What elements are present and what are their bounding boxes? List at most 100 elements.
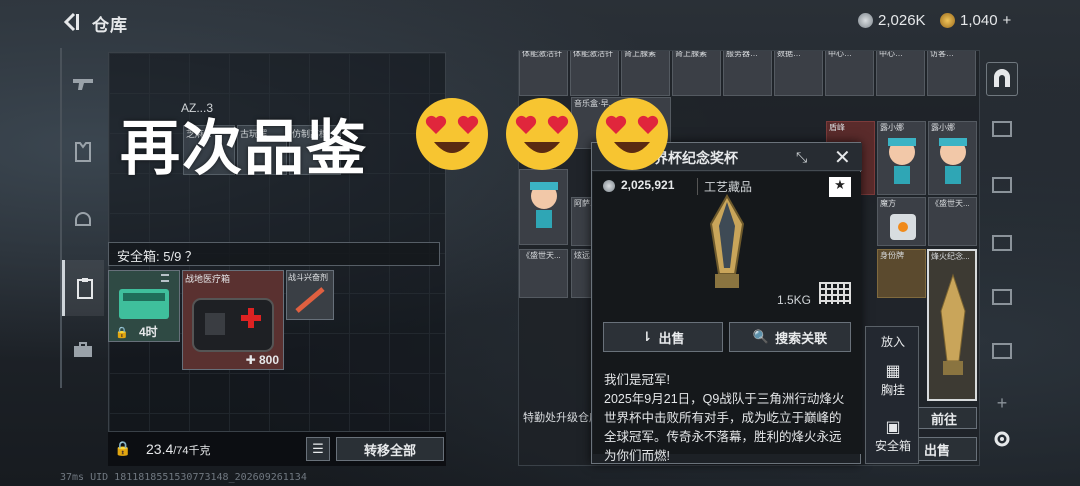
price-coin-icon bbox=[603, 180, 615, 192]
grid-item[interactable]: 中心… bbox=[825, 50, 874, 96]
back-arrow-icon[interactable] bbox=[60, 11, 82, 33]
item-label: 身份牌 bbox=[880, 251, 904, 260]
favorite-star-icon[interactable]: ★ bbox=[829, 177, 851, 197]
list-view-button[interactable]: ☰ bbox=[306, 437, 330, 461]
grid-item[interactable]: 魔方 bbox=[877, 197, 926, 246]
trophy-grid-item[interactable]: 烽火纪念... bbox=[927, 249, 977, 401]
grid-item[interactable]: 露小娜 bbox=[877, 121, 926, 195]
medkit-item[interactable]: 战地医疗箱 ✚ 800 bbox=[182, 270, 284, 370]
nav-slot-4[interactable] bbox=[986, 168, 1018, 202]
item-label: 肾上腺素 bbox=[675, 50, 707, 58]
item-label: 魔方 bbox=[880, 199, 896, 208]
item-price: 2,025,921 bbox=[621, 178, 675, 192]
item-label: 肾上腺素 bbox=[624, 50, 656, 58]
helmet-icon bbox=[75, 212, 91, 226]
weight-lock-icon: 🔒 bbox=[114, 440, 132, 456]
currency-coins: 2,026K bbox=[858, 12, 926, 29]
clipboard-icon bbox=[76, 278, 93, 299]
put-chest-rig-button[interactable]: ▦ 胸挂 bbox=[866, 361, 920, 405]
nav-slot-7[interactable] bbox=[986, 334, 1018, 368]
minimize-icon[interactable]: ⤡ bbox=[796, 149, 807, 166]
grid-item[interactable]: 访客… bbox=[927, 51, 976, 96]
gun-icon bbox=[73, 79, 93, 90]
heart-eyes-emoji-icon bbox=[596, 98, 668, 170]
put-into-header: 放入 bbox=[880, 335, 905, 349]
nav-slot-5[interactable] bbox=[986, 226, 1018, 260]
currency-premium[interactable]: 1,040 + bbox=[940, 12, 1011, 29]
slot-icon bbox=[992, 289, 1012, 305]
grid-item[interactable]: 身份牌 bbox=[877, 249, 926, 298]
desc-line-1: 我们是冠军! bbox=[604, 373, 670, 387]
toolbox-icon bbox=[74, 342, 92, 357]
item-label: 中心… bbox=[879, 50, 903, 58]
put-into-panel: 放入 ▦ 胸挂 ▣ 安全箱 bbox=[865, 326, 919, 464]
item-label: 中心… bbox=[828, 50, 852, 58]
slot-icon bbox=[992, 235, 1012, 251]
item-detail-popup: 世界杯纪念奖杯 ⤡ ✕ 2,025,921 工艺藏品 ★ 1.5KG ⇂ 出售 🔍… bbox=[591, 142, 862, 464]
safe-box-case[interactable]: 4时 🔒 bbox=[108, 270, 180, 342]
grid-item[interactable]: 体能激活针 bbox=[570, 50, 619, 96]
item-label: 战地医疗箱 bbox=[185, 274, 231, 284]
weight-current: 23.4 bbox=[146, 441, 174, 457]
heart-eyes-emoji-icon bbox=[506, 98, 578, 170]
nav-armor[interactable] bbox=[62, 132, 104, 172]
item-weight: 1.5KG bbox=[777, 293, 812, 307]
grid-item[interactable]: 数据… bbox=[774, 51, 823, 96]
search-related-button[interactable]: 🔍 搜索关联 bbox=[729, 322, 851, 352]
nav-helmet[interactable] bbox=[62, 198, 104, 238]
lock-icon: 🔒 bbox=[115, 327, 129, 339]
grid-item[interactable]: 肾上腺素 bbox=[621, 50, 670, 96]
doll-figure-icon bbox=[939, 138, 967, 184]
chest-rig-icon: ▦ bbox=[885, 363, 901, 380]
medkit-value-number: 800 bbox=[258, 353, 279, 367]
item-label: 露小娜 bbox=[931, 123, 955, 132]
add-slot-button[interactable]: + bbox=[986, 386, 1018, 420]
nav-all-items[interactable] bbox=[986, 62, 1018, 96]
item-label: 《盛世天... bbox=[931, 199, 970, 208]
search-icon: 🔍 bbox=[752, 329, 770, 344]
stim-item[interactable]: 战斗兴奋剂 bbox=[286, 270, 334, 320]
nav-toolbox[interactable] bbox=[62, 330, 104, 370]
grid-item[interactable] bbox=[519, 169, 568, 245]
page-title: 仓库 bbox=[92, 16, 128, 35]
item-label: 体能激活针 bbox=[522, 50, 562, 58]
doll-figure-icon bbox=[530, 182, 558, 228]
grid-item[interactable]: 《盛世天... bbox=[519, 249, 568, 298]
cube-icon bbox=[890, 214, 916, 240]
nav-backpack[interactable] bbox=[62, 260, 104, 316]
grid-item[interactable]: 露小娜 bbox=[928, 121, 977, 195]
goto-button[interactable]: 前往 bbox=[911, 407, 977, 429]
grid-item[interactable]: 中心… bbox=[876, 50, 925, 96]
coin-amount: 2,026K bbox=[878, 12, 926, 29]
heart-eyes-emoji-icon bbox=[416, 98, 488, 170]
sell-icon: ⇂ bbox=[641, 329, 653, 344]
nav-slot-6[interactable] bbox=[986, 280, 1018, 314]
item-label: 体能激活针 bbox=[573, 50, 613, 58]
grid-item[interactable]: 《盛世天... bbox=[928, 197, 977, 246]
slot-icon bbox=[992, 121, 1012, 137]
put-safe-box-button[interactable]: ▣ 安全箱 bbox=[866, 417, 920, 461]
sell-button[interactable]: ⇂ 出售 bbox=[603, 322, 723, 352]
item-label: 战斗兴奋剂 bbox=[288, 273, 328, 282]
nav-weapons[interactable] bbox=[62, 64, 104, 104]
grid-item[interactable]: 肾上腺素 bbox=[672, 50, 721, 96]
settings-button[interactable] bbox=[986, 422, 1018, 456]
search-label: 搜索关联 bbox=[775, 330, 828, 346]
weight-max: /74千克 bbox=[173, 445, 211, 457]
overlay-caption: 再次品鉴 bbox=[120, 114, 368, 184]
nav-slot-1[interactable] bbox=[986, 112, 1018, 146]
transfer-all-button[interactable]: 转移全部 bbox=[336, 437, 444, 461]
grid-item[interactable]: 体能激活针 bbox=[519, 50, 568, 96]
chest-label: 胸挂 bbox=[880, 383, 905, 397]
item-label: 《盛世天... bbox=[522, 251, 561, 260]
grid-item[interactable]: 服务器… bbox=[723, 51, 772, 96]
add-currency-button[interactable]: + bbox=[1003, 12, 1012, 29]
doll-figure-icon bbox=[888, 138, 916, 184]
item-label: 露小娜 bbox=[880, 123, 904, 132]
close-icon[interactable]: ✕ bbox=[834, 145, 851, 170]
item-size-grid-icon bbox=[819, 282, 851, 304]
safe-box-header[interactable]: 安全箱: 5/9 ？ bbox=[108, 242, 440, 266]
right-nav: + bbox=[984, 54, 1020, 454]
top-bar: 仓库 2,026K 1,040 + bbox=[0, 0, 1080, 44]
item-category: 工艺藏品 bbox=[697, 178, 752, 195]
